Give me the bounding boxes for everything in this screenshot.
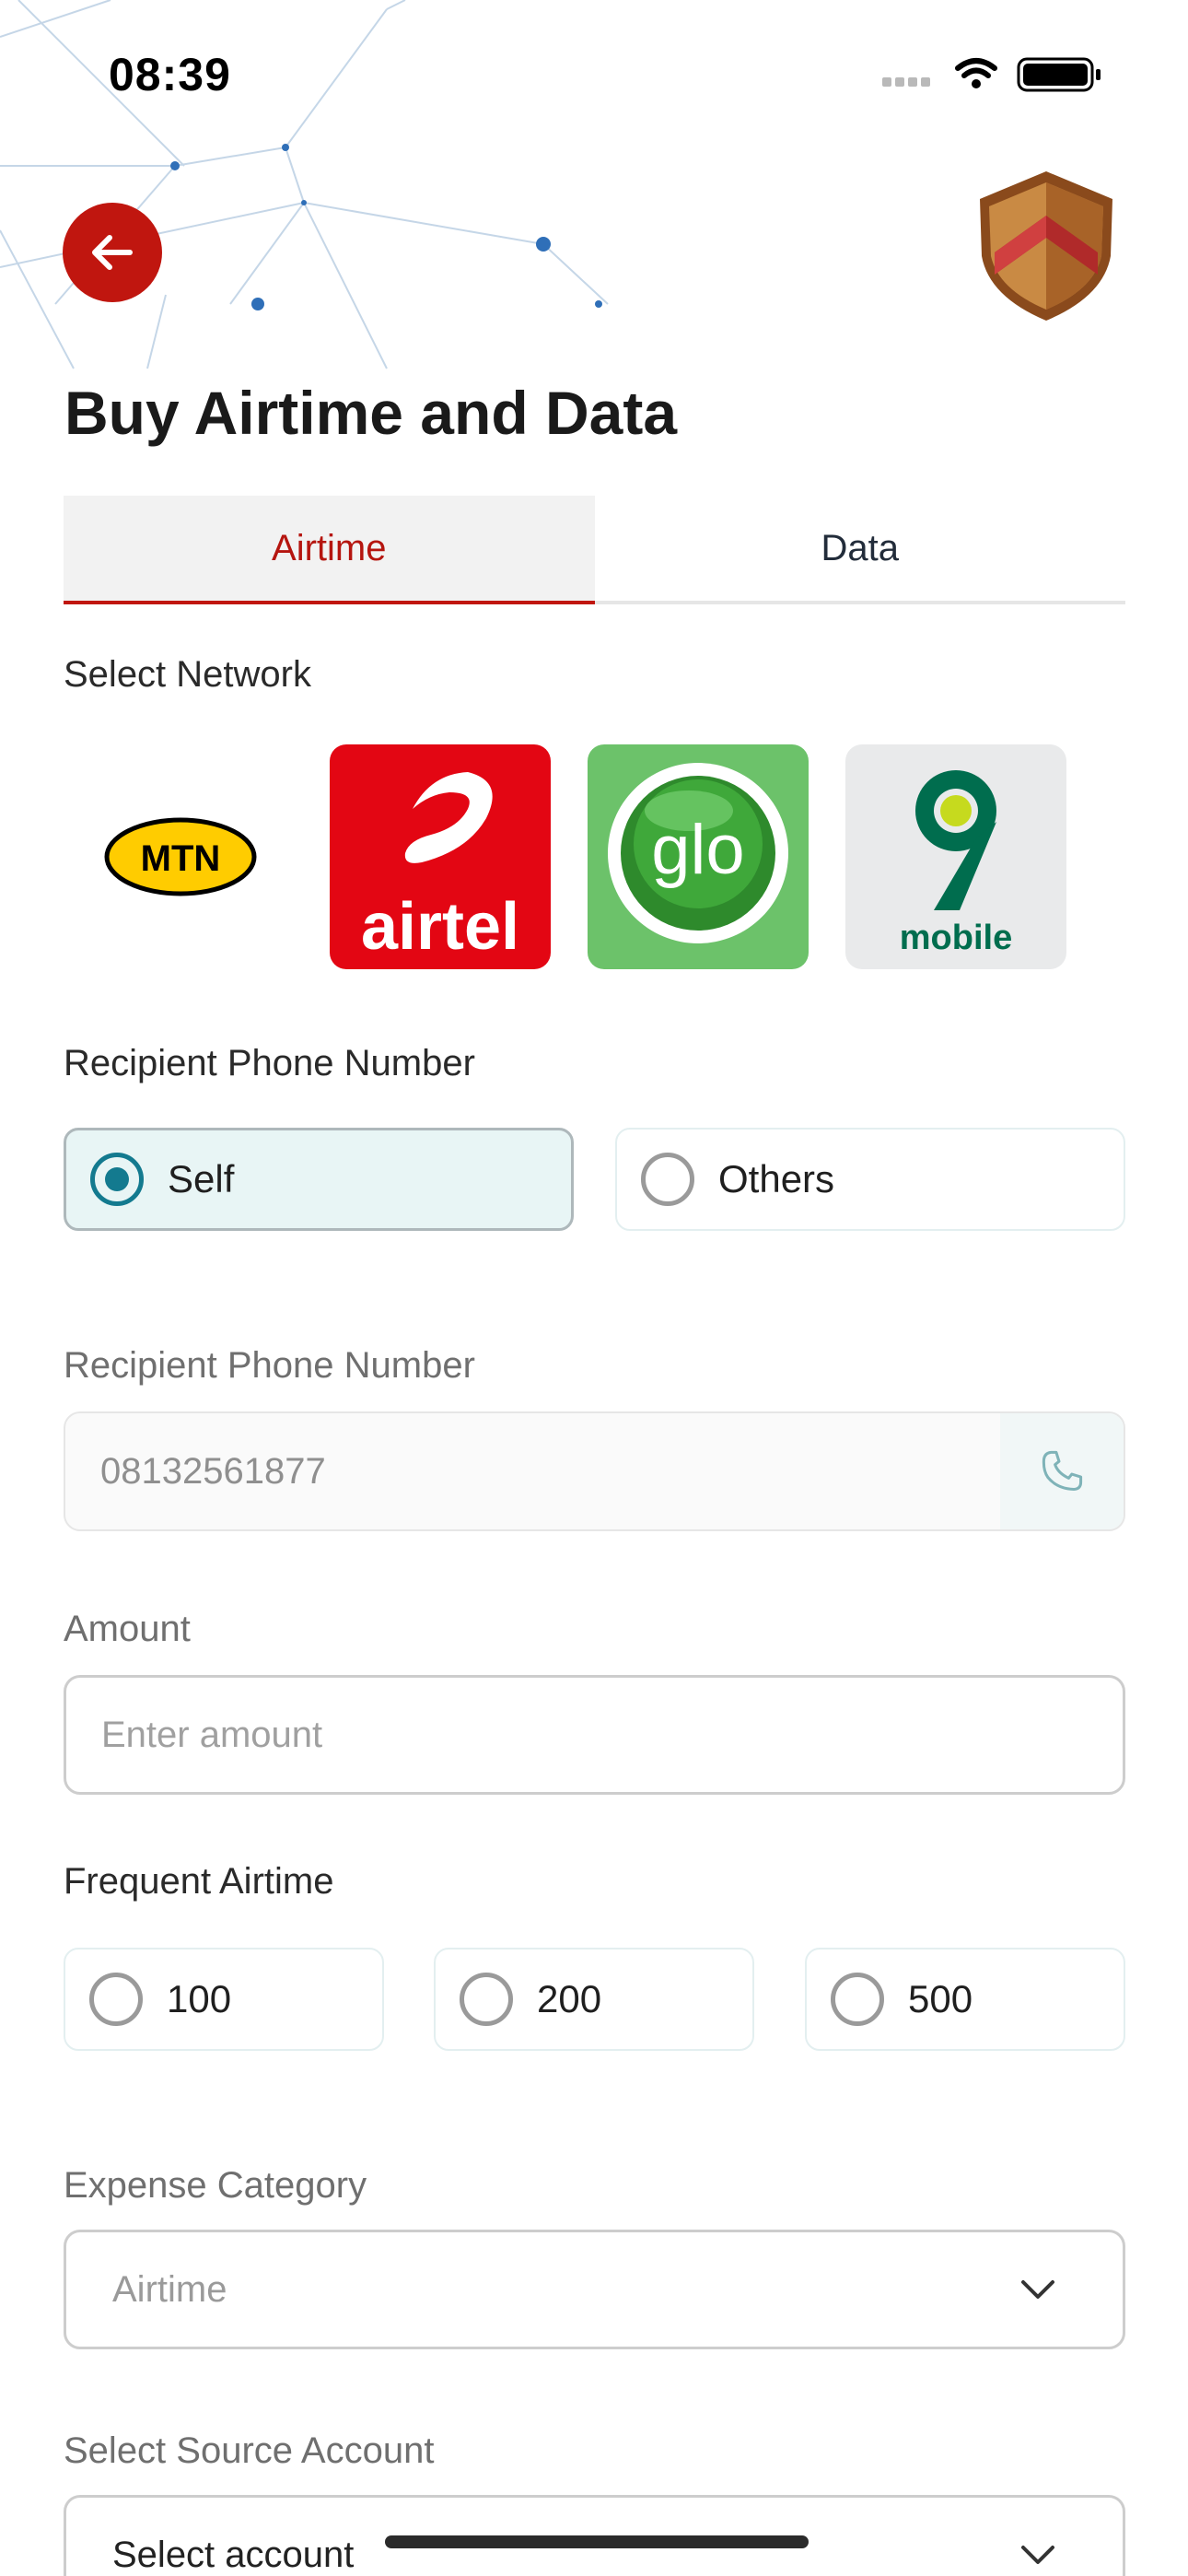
recipient-self-option[interactable]: Self <box>64 1128 574 1231</box>
frequent-airtime-label-100: 100 <box>167 1977 232 2020</box>
select-network-label: Select Network <box>64 654 311 695</box>
signal-icon <box>882 77 930 87</box>
network-options: MTN airtel glo mobile <box>74 744 1087 969</box>
source-account-label: Select Source Account <box>64 2430 435 2471</box>
status-icons <box>882 57 1101 92</box>
amount-field[interactable] <box>64 1675 1125 1795</box>
frequent-airtime-label-500: 500 <box>908 1977 973 2020</box>
network-option-mtn[interactable]: MTN <box>74 744 295 969</box>
network-option-airtel[interactable]: airtel <box>330 744 551 969</box>
recipient-others-option[interactable]: Others <box>615 1128 1125 1231</box>
frequent-airtime-option-500[interactable]: 500 <box>805 1948 1125 2051</box>
tab-data[interactable]: Data <box>595 496 1126 601</box>
expense-category-select[interactable]: Airtime <box>64 2230 1125 2349</box>
recipient-type-label: Recipient Phone Number <box>64 1043 475 1083</box>
source-account-value: Select account <box>112 2534 355 2575</box>
arrow-left-icon <box>92 235 133 270</box>
radio-unselected-icon <box>460 1973 513 2026</box>
recipient-others-label: Others <box>718 1157 835 1200</box>
status-bar: 08:39 <box>0 0 1188 147</box>
expense-category-label: Expense Category <box>64 2165 367 2206</box>
frequent-airtime-label: Frequent Airtime <box>64 1861 334 1902</box>
home-indicator <box>385 2535 809 2548</box>
radio-unselected-icon <box>641 1153 694 1206</box>
radio-selected-icon <box>90 1153 144 1206</box>
expense-category-value: Airtime <box>112 2268 227 2310</box>
shield-chevron-icon <box>980 171 1112 321</box>
radio-unselected-icon <box>831 1973 884 2026</box>
wifi-icon <box>955 58 997 78</box>
network-option-9mobile[interactable]: mobile <box>845 744 1066 969</box>
phone-icon <box>1042 1450 1083 1492</box>
chevron-down-icon <box>1021 2280 1054 2299</box>
battery-icon <box>1017 57 1101 92</box>
mtn-logo-text: MTN <box>141 838 221 879</box>
tab-bar: Airtime Data <box>64 496 1125 604</box>
amount-input[interactable] <box>101 1714 1068 1756</box>
amount-label: Amount <box>64 1609 191 1649</box>
network-option-glo[interactable]: glo <box>588 744 809 969</box>
airtel-logo-text: airtel <box>361 890 519 964</box>
contacts-button[interactable] <box>1000 1413 1124 1529</box>
glo-logo-icon: glo <box>608 763 788 943</box>
frequent-airtime-option-200[interactable]: 200 <box>434 1948 754 2051</box>
9mobile-logo-text: mobile <box>900 919 1012 957</box>
radio-unselected-icon <box>89 1973 143 2026</box>
glo-logo-text: glo <box>651 811 744 889</box>
phone-number-label: Recipient Phone Number <box>64 1345 475 1386</box>
back-button[interactable] <box>63 203 162 302</box>
recipient-self-label: Self <box>168 1157 235 1200</box>
9mobile-logo-icon: mobile <box>900 770 1012 957</box>
status-time: 08:39 <box>109 49 231 100</box>
frequent-airtime-label-200: 200 <box>537 1977 602 2020</box>
tab-airtime[interactable]: Airtime <box>64 496 595 604</box>
mtn-logo-icon: MTN <box>104 817 257 896</box>
chevron-down-icon <box>1021 2546 1054 2564</box>
frequent-airtime-option-100[interactable]: 100 <box>64 1948 384 2051</box>
page-title: Buy Airtime and Data <box>64 379 678 447</box>
phone-number-value: 08132561877 <box>100 1450 326 1492</box>
phone-number-field[interactable]: 08132561877 <box>64 1411 1125 1531</box>
airtel-logo-icon: airtel <box>361 772 519 964</box>
